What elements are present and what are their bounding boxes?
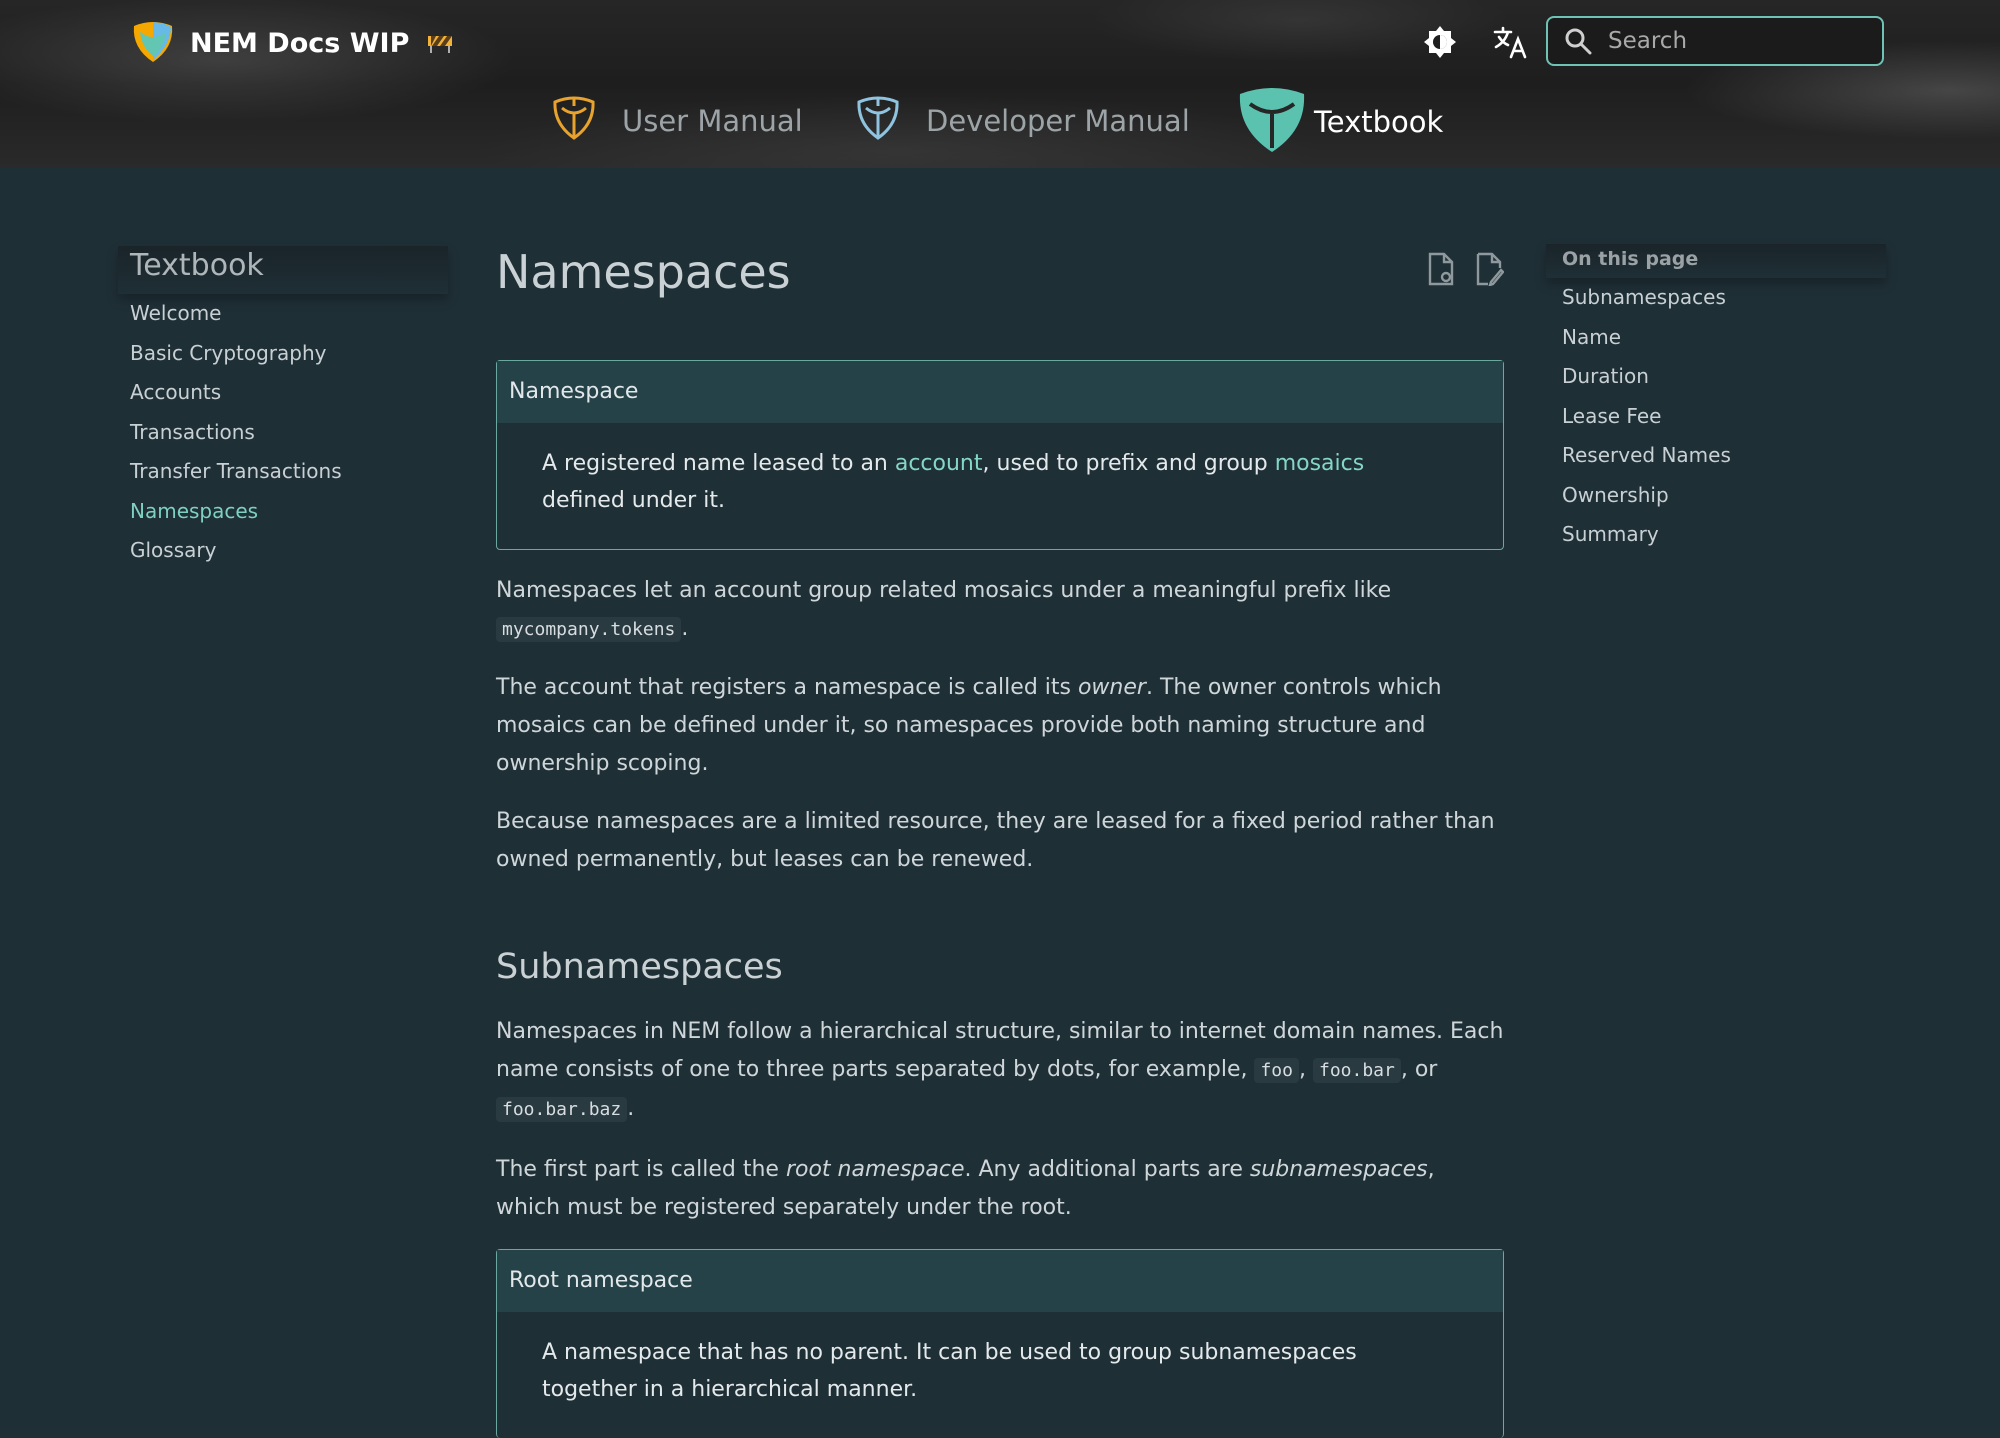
top-navigation: User Manual Developer Manual Textbook (0, 80, 2000, 160)
brand-title: NEM Docs WIP (190, 27, 410, 59)
toc-item-duration[interactable]: Duration (1546, 357, 1886, 397)
nem-logo-orange-icon (552, 94, 596, 147)
toc-item-summary[interactable]: Summary (1546, 515, 1886, 555)
sidebar-item-accounts[interactable]: Accounts (118, 373, 448, 413)
page-title: Namespaces (496, 245, 791, 299)
toc-item-subnamespaces[interactable]: Subnamespaces (1546, 278, 1886, 318)
inline-code: foo.bar.baz (496, 1097, 628, 1122)
brand[interactable]: NEM Docs WIP (130, 18, 453, 68)
definition-text-part: A registered name leased to an (542, 451, 895, 476)
definition-term: Namespace (497, 361, 1503, 423)
sidebar-item-welcome[interactable]: Welcome (118, 294, 448, 334)
nem-logo-icon (130, 18, 176, 68)
paragraph-text: , or (1400, 1057, 1438, 1082)
inline-code: foo.bar (1312, 1058, 1401, 1083)
toc-item-lease-fee[interactable]: Lease Fee (1546, 397, 1886, 437)
paragraph-root: The first part is called the root namesp… (496, 1151, 1504, 1227)
search-input[interactable] (1606, 27, 1880, 55)
inline-code: mycompany.tokens (496, 617, 682, 642)
definition-text-part: , used to prefix and group (982, 451, 1275, 476)
definition-box-root-namespace: Root namespace A namespace that has no p… (496, 1249, 1504, 1438)
paragraph-text: , (1298, 1057, 1313, 1082)
definition-text: A registered name leased to an account, … (497, 423, 1503, 549)
paragraph-text: The first part is called the (496, 1157, 786, 1182)
definition-text-part: defined under it. (542, 488, 725, 513)
emphasis: root namespace (785, 1157, 965, 1182)
definition-text: A namespace that has no parent. It can b… (542, 1340, 1357, 1402)
toc-item-reserved-names[interactable]: Reserved Names (1546, 436, 1886, 476)
site-header: NEM Docs WIP Search User Manual Develope… (0, 0, 2000, 168)
sidebar-item-basic-cryptography[interactable]: Basic Cryptography (118, 334, 448, 374)
view-source-icon[interactable] (1426, 252, 1456, 286)
search-box[interactable] (1546, 16, 1884, 66)
definition-box-namespace: Namespace A registered name leased to an… (496, 360, 1504, 550)
inline-code: foo (1254, 1058, 1299, 1083)
toc-item-name[interactable]: Name (1546, 318, 1886, 358)
nav-label: User Manual (622, 103, 803, 138)
table-of-contents: On this page Subnamespaces Name Duration… (1546, 244, 1886, 555)
heading-subnamespaces: Subnamespaces (496, 947, 783, 987)
toc-item-ownership[interactable]: Ownership (1546, 476, 1886, 516)
edit-page-icon[interactable] (1474, 252, 1505, 287)
sidebar-title: Textbook (118, 246, 448, 294)
sidebar: Textbook Welcome Basic Cryptography Acco… (118, 246, 448, 571)
emphasis: owner (1077, 675, 1146, 700)
nav-label: Textbook (1314, 104, 1444, 139)
paragraph-text: The account that registers a namespace i… (496, 675, 1078, 700)
emphasis: subnamespaces (1249, 1157, 1428, 1182)
sidebar-item-transactions[interactable]: Transactions (118, 413, 448, 453)
definition-term: Root namespace (497, 1250, 1503, 1312)
nav-label: Developer Manual (926, 103, 1190, 138)
toc-title: On this page (1546, 244, 1886, 278)
nem-logo-blue-icon (856, 94, 900, 147)
main-content: Namespaces Namespace A registered name l… (496, 240, 1505, 1438)
theme-toggle-icon[interactable] (1420, 22, 1460, 62)
search-icon (1564, 27, 1592, 55)
sidebar-item-namespaces[interactable]: Namespaces (118, 492, 448, 532)
paragraph-owner: The account that registers a namespace i… (496, 669, 1504, 783)
paragraph-lease: Because namespaces are a limited resourc… (496, 809, 1495, 872)
construction-icon (427, 32, 453, 54)
paragraph-text: . (681, 616, 689, 641)
page-actions (1426, 252, 1505, 287)
nav-textbook[interactable]: Textbook (1236, 82, 1443, 161)
nav-user-manual[interactable]: User Manual (552, 94, 803, 147)
translate-icon[interactable] (1490, 22, 1530, 62)
paragraph-hierarchy: Namespaces in NEM follow a hierarchical … (496, 1013, 1504, 1129)
nav-developer-manual[interactable]: Developer Manual (856, 94, 1190, 147)
mosaics-link[interactable]: mosaics (1275, 451, 1365, 476)
paragraph-text: . Any additional parts are (964, 1157, 1250, 1182)
account-link[interactable]: account (895, 451, 983, 476)
paragraph-text: . (627, 1096, 635, 1121)
paragraph-intro: Namespaces let an account group related … (496, 572, 1504, 649)
sidebar-item-glossary[interactable]: Glossary (118, 531, 448, 571)
nem-logo-teal-icon (1236, 82, 1308, 161)
sidebar-item-transfer-transactions[interactable]: Transfer Transactions (118, 452, 448, 492)
paragraph-text: Namespaces let an account group related … (496, 578, 1392, 603)
